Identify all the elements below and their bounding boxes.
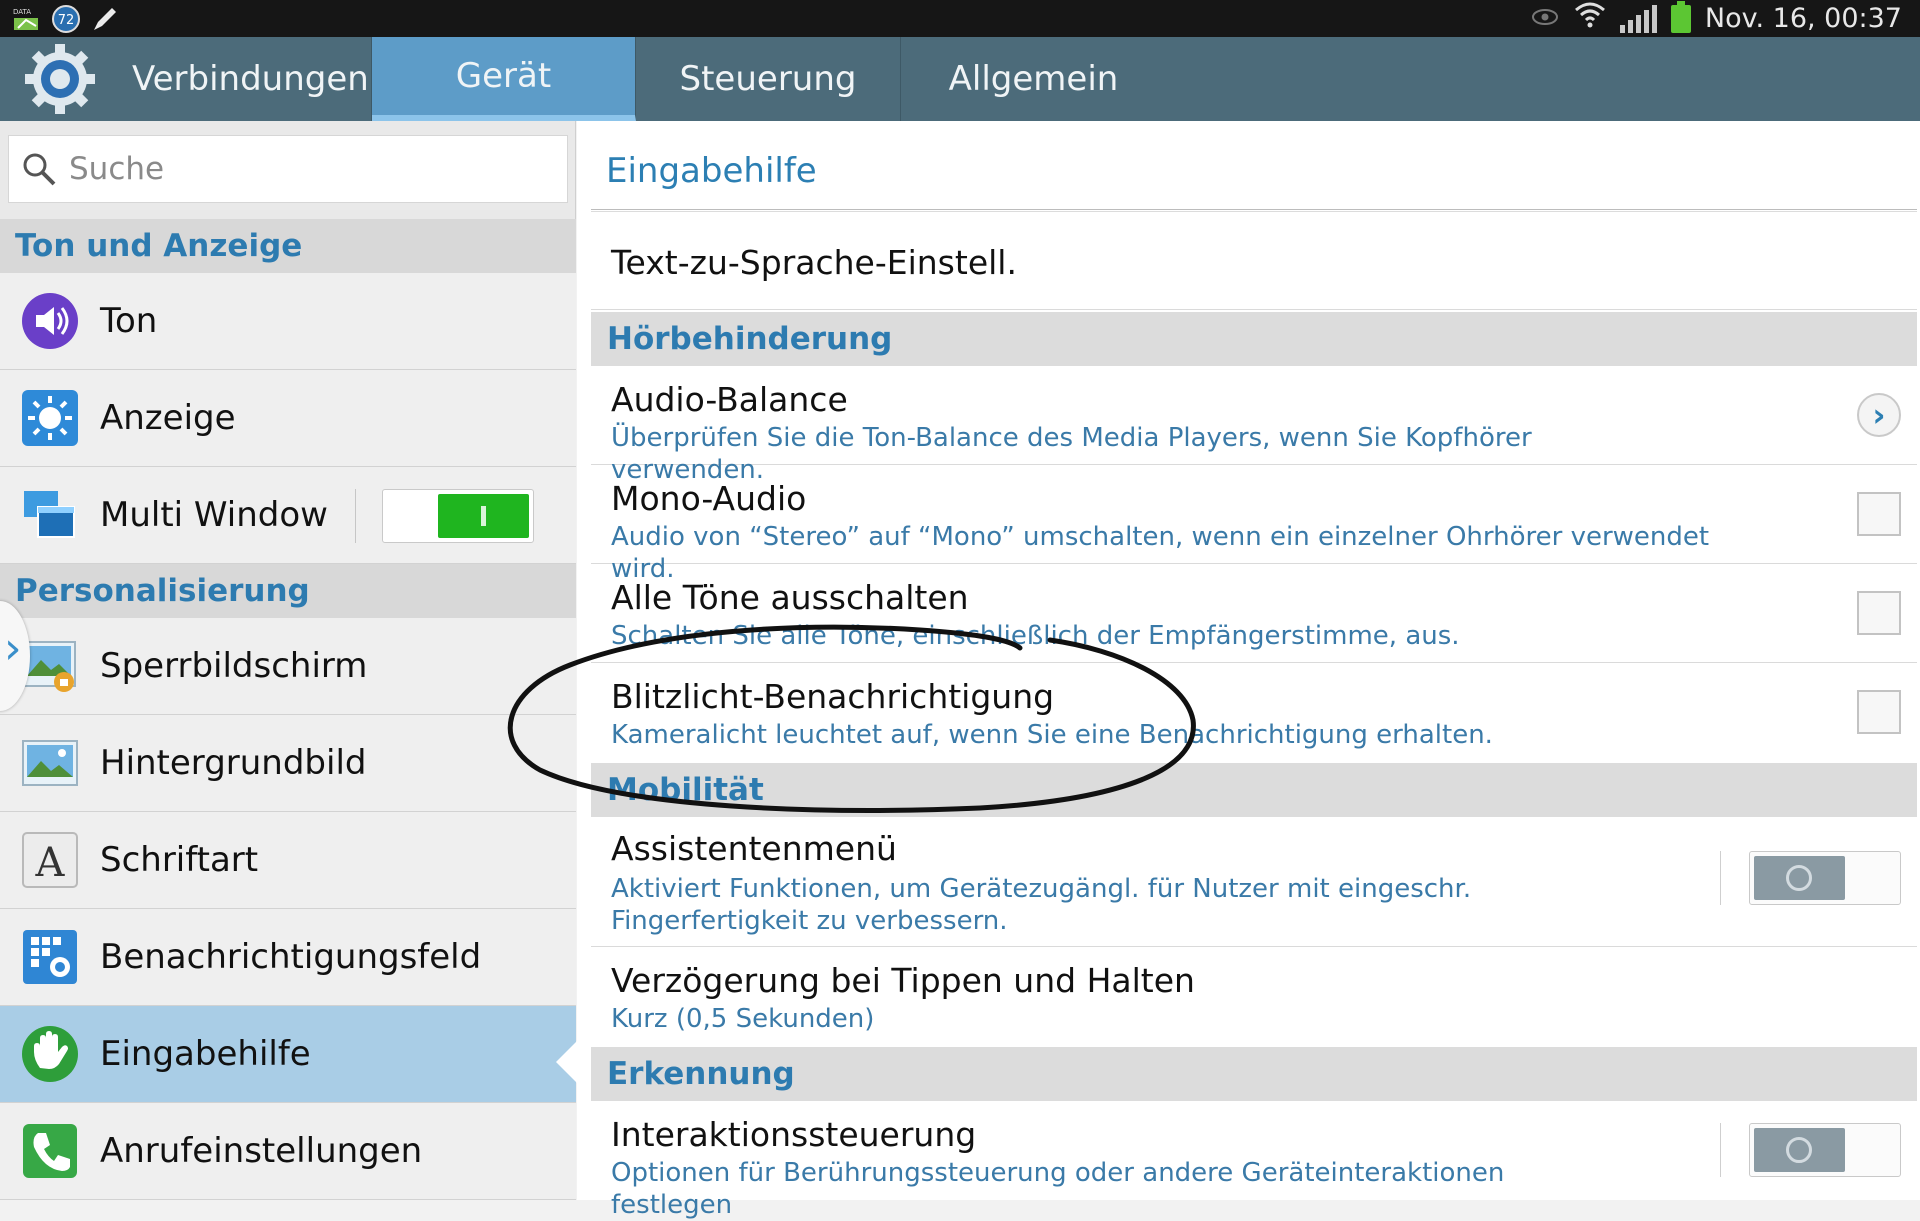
wifi-icon <box>1574 0 1606 37</box>
row-assistentenmenue[interactable]: Assistentenmenü Aktiviert Funktionen, um… <box>591 817 1917 947</box>
notification-badge-icon: 72 <box>50 3 82 39</box>
row-audio-balance[interactable]: Audio-Balance Überprüfen Sie die Ton-Bal… <box>591 366 1917 485</box>
tab-verbindungen[interactable]: Verbindungen <box>120 37 372 121</box>
brightness-icon <box>0 370 100 467</box>
row-subtitle: Schalten Sie alle Töne, einschließlich d… <box>611 621 1460 651</box>
search-box[interactable] <box>8 135 568 203</box>
wallpaper-icon <box>0 715 100 812</box>
sidebar-item-label: Eingabehilfe <box>100 1034 311 1074</box>
toggle-knob <box>438 494 529 538</box>
sidebar-item-schriftart[interactable]: A Schriftart <box>0 812 576 909</box>
sidebar-item-ton[interactable]: Ton <box>0 273 576 370</box>
row-subtitle: Kurz (0,5 Sekunden) <box>611 1004 875 1034</box>
eye-icon <box>1530 3 1560 34</box>
sidebar-item-label: Sperrbildschirm <box>100 646 368 686</box>
row-blitzlicht-benachrichtigung[interactable]: Blitzlicht-Benachrichtigung Kameralicht … <box>591 663 1917 763</box>
settings-tab-bar: Verbindungen Gerät Steuerung Allgemein <box>0 37 1920 121</box>
row-title: Text-zu-Sprache-Einstell. <box>611 243 1017 282</box>
font-icon: A <box>0 812 100 909</box>
search-input[interactable] <box>69 151 539 187</box>
sidebar-item-multi-window[interactable]: Multi Window <box>0 467 576 564</box>
sidebar-item-sperrbildschirm[interactable]: Sperrbildschirm <box>0 618 576 715</box>
selection-pointer <box>556 1040 578 1084</box>
divider <box>1720 1123 1721 1177</box>
row-title: Mono-Audio <box>611 479 807 518</box>
row-alle-toene-ausschalten[interactable]: Alle Töne ausschalten Schalten Sie alle … <box>591 564 1917 663</box>
page-title: Eingabehilfe <box>606 151 817 191</box>
speaker-icon <box>0 273 100 370</box>
row-subtitle: Kameralicht leuchtet auf, wenn Sie eine … <box>611 720 1493 750</box>
mute-all-checkbox[interactable] <box>1857 591 1901 635</box>
title-divider <box>591 209 1917 212</box>
sidebar-item-anrufeinstellungen[interactable]: Anrufeinstellungen <box>0 1103 576 1200</box>
interaction-control-toggle[interactable] <box>1749 1123 1901 1177</box>
toggle-knob <box>1754 856 1845 900</box>
row-interaktionssteuerung[interactable]: Interaktionssteuerung Optionen für Berüh… <box>591 1101 1917 1220</box>
section-personalisierung: Personalisierung <box>0 564 576 618</box>
section-ton-und-anzeige: Ton und Anzeige <box>0 219 576 273</box>
battery-icon <box>1670 0 1691 33</box>
multi-window-toggle[interactable] <box>382 489 534 543</box>
notification-panel-icon <box>0 909 100 1006</box>
status-datetime: Nov. 16, 00:37 <box>1704 3 1902 34</box>
row-subtitle: Aktiviert Funktionen, um Gerätezugängl. … <box>611 874 1472 936</box>
toggle-knob <box>1754 1128 1845 1172</box>
row-title: Verzögerung bei Tippen und Halten <box>611 961 1195 1000</box>
sidebar-item-label: Anrufeinstellungen <box>100 1131 423 1171</box>
sidebar-item-anzeige[interactable]: Anzeige <box>0 370 576 467</box>
row-title: Blitzlicht-Benachrichtigung <box>611 677 1055 716</box>
data-icon: DATA <box>12 6 42 36</box>
settings-sidebar: Ton und Anzeige Ton Anzeige Multi Window… <box>0 121 576 1200</box>
section-erkennung: Erkennung <box>591 1047 1917 1101</box>
sidebar-item-eingabehilfe[interactable]: Eingabehilfe <box>0 1006 576 1103</box>
sidebar-item-benachrichtigungsfeld[interactable]: Benachrichtigungsfeld <box>0 909 576 1006</box>
chevron-right-icon[interactable]: › <box>1857 393 1901 437</box>
signal-icon <box>1619 4 1657 33</box>
row-tippen-und-halten[interactable]: Verzögerung bei Tippen und Halten Kurz (… <box>591 947 1917 1047</box>
row-subtitle: Optionen für Berührungssteuerung oder an… <box>611 1158 1505 1220</box>
row-mono-audio[interactable]: Mono-Audio Audio von “Stereo” auf “Mono”… <box>591 465 1917 584</box>
section-hoerbehinderung: Hörbehinderung <box>591 312 1917 366</box>
search-icon <box>9 151 69 187</box>
hand-icon <box>0 1006 100 1103</box>
tab-geraet[interactable]: Gerät <box>372 37 636 121</box>
tab-allgemein[interactable]: Allgemein <box>901 37 1166 121</box>
settings-detail-pane: Eingabehilfe Text-zu-Sprache-Einstell. H… <box>577 121 1920 1220</box>
status-bar: DATA 72 Nov. 16, 00:37 <box>0 0 1920 37</box>
mono-audio-checkbox[interactable] <box>1857 492 1901 536</box>
sidebar-item-label: Multi Window <box>100 495 328 535</box>
row-title: Audio-Balance <box>611 380 848 419</box>
svg-text:72: 72 <box>58 13 75 28</box>
svg-text:DATA: DATA <box>13 8 31 16</box>
sidebar-item-label: Ton <box>100 301 158 341</box>
row-title: Interaktionssteuerung <box>611 1115 977 1154</box>
row-title: Alle Töne ausschalten <box>611 578 969 617</box>
assistant-menu-toggle[interactable] <box>1749 851 1901 905</box>
phone-icon <box>0 1103 100 1200</box>
flash-notification-checkbox[interactable] <box>1857 690 1901 734</box>
divider <box>1720 851 1721 905</box>
settings-gear-icon <box>0 37 120 121</box>
sidebar-item-label: Anzeige <box>100 398 236 438</box>
section-mobilitaet: Mobilität <box>591 763 1917 817</box>
row-title: Assistentenmenü <box>611 829 897 868</box>
svg-text:A: A <box>35 840 66 886</box>
row-text-to-speech[interactable]: Text-zu-Sprache-Einstell. <box>591 217 1917 310</box>
sidebar-item-hintergrundbild[interactable]: Hintergrundbild <box>0 715 576 812</box>
pen-icon <box>90 4 120 38</box>
multi-window-icon <box>0 467 100 564</box>
status-system: Nov. 16, 00:37 <box>1530 0 1902 37</box>
divider <box>355 489 356 543</box>
tab-steuerung[interactable]: Steuerung <box>636 37 901 121</box>
sidebar-item-label: Benachrichtigungsfeld <box>100 937 482 977</box>
status-notifications: DATA 72 <box>12 3 120 39</box>
sidebar-item-label: Schriftart <box>100 840 259 880</box>
sidebar-item-label: Hintergrundbild <box>100 743 367 783</box>
